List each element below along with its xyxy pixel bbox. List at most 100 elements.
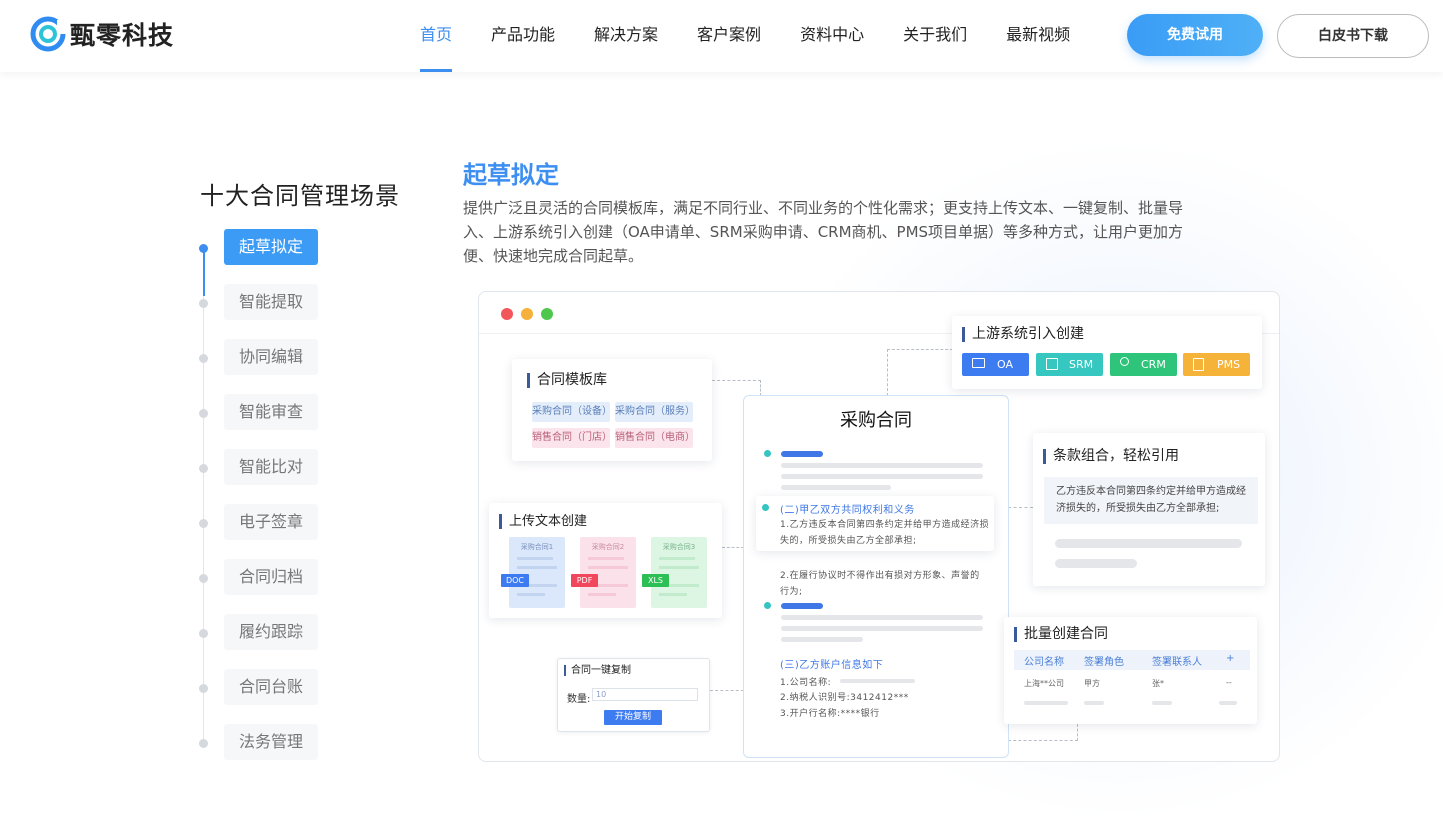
scene-description: 提供广泛且灵活的合同模板库，满足不同行业、不同业务的个性化需求；更支持上传文本、… <box>463 199 1184 265</box>
timeline-dot <box>199 299 208 308</box>
scene-tab-compare[interactable]: 智能比对 <box>224 449 318 485</box>
scene-tab-e-seal[interactable]: 电子签章 <box>224 504 318 540</box>
upstream-systems-title: 上游系统引入创建 <box>962 327 1084 342</box>
text-placeholder <box>1024 701 1068 705</box>
timeline-dot <box>199 244 208 253</box>
scene-tab-legal[interactable]: 法务管理 <box>224 724 318 760</box>
text-placeholder <box>1084 701 1104 705</box>
timeline-line <box>203 248 204 743</box>
scene-tab-review[interactable]: 智能审查 <box>224 394 318 430</box>
template-tag[interactable]: 销售合同（门店） <box>532 428 612 448</box>
template-tag[interactable]: 采购合同（服务） <box>615 402 695 422</box>
nav-item-products[interactable]: 产品功能 <box>491 0 555 72</box>
table-cell: -- <box>1226 678 1232 687</box>
batch-create-card: 批量创建合同 公司名称 签署角色 签署联系人 + 上海**公司 甲方 张* -- <box>1004 617 1257 724</box>
nav-item-solutions[interactable]: 解决方案 <box>594 0 658 72</box>
clause-combination-title: 条款组合，轻松引用 <box>1043 449 1179 464</box>
text-placeholder <box>1055 559 1137 568</box>
nav-item-home[interactable]: 首页 <box>420 0 453 72</box>
quantity-label: 数量: <box>567 694 591 705</box>
system-label: OA <box>997 358 1013 371</box>
text-placeholder <box>781 485 891 490</box>
column-header: 签署联系人 <box>1152 657 1202 668</box>
timeline-dot <box>199 684 208 693</box>
nav-item-cases[interactable]: 客户案例 <box>697 0 761 72</box>
timeline-dot <box>199 519 208 528</box>
text-placeholder <box>781 615 983 620</box>
whitepaper-download-button[interactable]: 白皮书下载 <box>1277 14 1429 58</box>
main-contract-doc: 采购合同 2.在履行协议时不得作出有损对方形象、声誉的行为; (三)乙方账户信息… <box>743 395 1009 758</box>
file-name: 采购合同3 <box>662 543 696 551</box>
file-card-pdf[interactable]: 采购合同2 <box>580 537 636 608</box>
nav-item-resources[interactable]: 资料中心 <box>800 0 864 72</box>
timeline-dot <box>199 629 208 638</box>
connector-line <box>1008 740 1078 741</box>
clause-2-text: 2.在履行协议时不得作出有损对方形象、声誉的行为; <box>780 571 980 597</box>
heading-placeholder <box>781 451 823 457</box>
system-button-pms[interactable]: PMS <box>1183 353 1250 376</box>
user-icon <box>1120 357 1129 366</box>
bullet-dot <box>764 450 771 457</box>
file-card-doc[interactable]: 采购合同1 <box>509 537 565 608</box>
template-library-title: 合同模板库 <box>527 373 607 388</box>
xls-file-badge: XLS <box>642 574 669 587</box>
system-button-crm[interactable]: CRM <box>1110 353 1177 376</box>
top-header: 甄零科技 首页 产品功能 解决方案 客户案例 资料中心 关于我们 最新视频 免费… <box>0 0 1443 72</box>
template-tag[interactable]: 销售合同（电商） <box>615 428 695 448</box>
batch-table-header: 公司名称 签署角色 签署联系人 + <box>1014 650 1250 670</box>
scene-tab-extraction[interactable]: 智能提取 <box>224 284 318 320</box>
quantity-input[interactable]: 10 <box>592 688 698 701</box>
timeline-dot <box>199 354 208 363</box>
text-placeholder <box>659 557 695 560</box>
text-placeholder <box>588 566 628 569</box>
connector-line <box>887 349 953 396</box>
monitor-icon <box>972 358 985 368</box>
clipboard-icon <box>1193 358 1204 371</box>
clause-snippet[interactable]: 乙方违反本合同第四条约定并给甲方造成经济损失的，所受损失由乙方全部承担; <box>1044 477 1258 524</box>
system-button-srm[interactable]: SRM <box>1036 353 1103 376</box>
text-placeholder <box>840 679 915 683</box>
bullet-dot <box>762 504 769 511</box>
nav-item-about[interactable]: 关于我们 <box>903 0 967 72</box>
doc-title: 采购合同 <box>840 410 912 431</box>
scene-tab-ledger[interactable]: 合同台账 <box>224 669 318 705</box>
brand-logo[interactable]: 甄零科技 <box>30 16 174 52</box>
pdf-file-badge: PDF <box>571 574 598 587</box>
scene-tab-collab-edit[interactable]: 协同编辑 <box>224 339 318 375</box>
text-placeholder <box>517 593 545 596</box>
timeline-dot <box>199 574 208 583</box>
text-placeholder <box>588 557 624 560</box>
start-copy-button[interactable]: 开始复制 <box>604 710 662 725</box>
connector-line <box>712 380 761 396</box>
one-click-copy-title: 合同一键复制 <box>564 665 631 676</box>
add-column-icon[interactable]: + <box>1226 653 1234 664</box>
scene-tab-drafting[interactable]: 起草拟定 <box>224 229 318 265</box>
upstream-systems-card: 上游系统引入创建 OA SRM CRM PMS <box>952 316 1262 389</box>
text-placeholder <box>659 593 687 596</box>
scene-tab-tracking[interactable]: 履约跟踪 <box>224 614 318 650</box>
text-placeholder <box>517 566 557 569</box>
text-placeholder <box>1152 701 1172 705</box>
scene-title: 起草拟定 <box>463 161 559 189</box>
file-name: 采购合同1 <box>520 543 554 551</box>
text-placeholder <box>781 637 863 642</box>
account-bank-name: 3.开户行名称:****银行 <box>780 709 880 719</box>
text-placeholder <box>781 474 983 479</box>
highlighted-clause: (二)甲乙双方共同权利和义务 1.乙方违反本合同第四条约定并给甲方造成经济损失的… <box>756 496 994 551</box>
timeline-dot <box>199 739 208 748</box>
one-click-copy-card: 合同一键复制 数量: 10 开始复制 <box>557 658 710 732</box>
file-card-xls[interactable]: 采购合同3 <box>651 537 707 608</box>
system-button-oa[interactable]: OA <box>962 353 1029 376</box>
column-header: 签署角色 <box>1084 657 1124 668</box>
batch-table-row: 上海**公司 甲方 张* -- <box>1014 675 1250 695</box>
batch-create-title: 批量创建合同 <box>1014 627 1108 642</box>
free-trial-button[interactable]: 免费试用 <box>1127 14 1263 56</box>
template-library-card: 合同模板库 采购合同（设备） 采购合同（服务） 销售合同（门店） 销售合同（电商… <box>512 359 712 461</box>
window-close-dot-icon <box>501 308 513 320</box>
section-title: 十大合同管理场景 <box>200 182 400 210</box>
template-tag[interactable]: 采购合同（设备） <box>532 402 612 422</box>
bullet-dot <box>764 602 771 609</box>
scene-tab-archive[interactable]: 合同归档 <box>224 559 318 595</box>
clause-1-text: 1.乙方违反本合同第四条约定并给甲方造成经济损失的，所受损失由乙方全部承担; <box>780 520 990 546</box>
nav-item-videos[interactable]: 最新视频 <box>1006 0 1070 72</box>
